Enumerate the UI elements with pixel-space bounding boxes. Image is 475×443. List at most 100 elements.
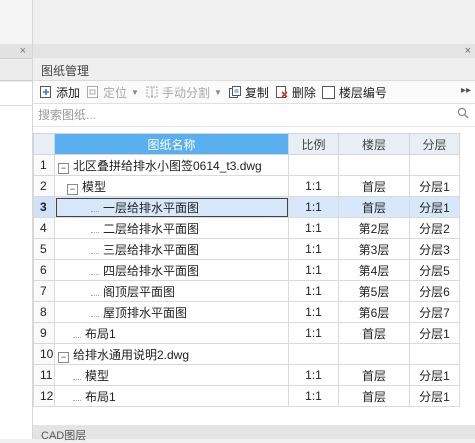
drawing-name-cell[interactable]: 阁顶层平面图 <box>54 280 289 302</box>
row-number: 5 <box>33 238 55 260</box>
layer-cell[interactable]: 分层5 <box>409 259 460 281</box>
floor-cell[interactable]: 第4层 <box>338 259 410 281</box>
collapse-toggle-icon[interactable]: − <box>67 183 78 195</box>
ratio-cell[interactable]: 1:1 <box>288 217 339 239</box>
drawing-name-cell[interactable]: 模型 <box>54 364 289 386</box>
floor-cell[interactable]: 首层 <box>338 322 410 344</box>
column-header-layer[interactable]: 分层 <box>409 133 460 155</box>
table-row[interactable]: 10− 给排水通用说明2.dwg <box>33 343 460 365</box>
ratio-cell[interactable]: 1:1 <box>288 280 339 302</box>
column-header-ratio[interactable]: 比例 <box>288 133 339 155</box>
layer-cell[interactable]: 分层1 <box>409 385 460 407</box>
layer-cell[interactable]: 分层2 <box>409 217 460 239</box>
floor-cell[interactable]: 首层 <box>338 175 410 197</box>
split-dropdown-icon[interactable]: ▼ <box>214 88 222 97</box>
floor-number-label: 楼层编号 <box>338 85 387 100</box>
ratio-cell[interactable] <box>288 343 339 365</box>
locate-button[interactable]: 定位 ▼ <box>86 84 139 101</box>
drawing-name-cell[interactable]: 三层给排水平面图 <box>54 238 289 260</box>
toolbar-overflow-icon[interactable]: ▸▸ <box>461 85 471 96</box>
ratio-cell[interactable] <box>288 154 339 176</box>
ratio-cell[interactable]: 1:1 <box>288 238 339 260</box>
drawing-name-cell[interactable]: − 给排水通用说明2.dwg <box>54 343 289 365</box>
ratio-cell[interactable]: 1:1 <box>288 259 339 281</box>
drawing-name: 屋顶排水平面图 <box>103 305 188 320</box>
layer-cell[interactable]: 分层1 <box>409 322 460 344</box>
drawing-name-cell[interactable]: − 模型 <box>54 175 289 197</box>
checkbox-box[interactable] <box>321 85 335 99</box>
ratio-cell[interactable]: 1:1 <box>288 196 339 218</box>
floor-cell[interactable]: 第3层 <box>338 238 410 260</box>
layer-cell[interactable]: 分层7 <box>409 301 460 323</box>
delete-icon <box>275 85 289 99</box>
drawing-name-cell[interactable]: − 北区叠拼给排水小图签0614_t3.dwg <box>54 154 289 176</box>
row-number-header <box>33 133 55 155</box>
table-row[interactable]: 8 屋顶排水平面图 1:1 第6层 分层7 <box>33 301 460 323</box>
floor-cell[interactable]: 第5层 <box>338 280 410 302</box>
ratio-cell[interactable]: 1:1 <box>288 385 339 407</box>
layer-cell[interactable] <box>409 343 460 365</box>
row-number: 9 <box>33 322 55 344</box>
drawing-name-cell[interactable]: 四层给排水平面图 <box>54 259 289 281</box>
collapse-toggle-icon[interactable]: − <box>58 162 69 174</box>
table-row[interactable]: 3 一层给排水平面图 1:1 首层 分层1 <box>33 196 460 218</box>
table-row[interactable]: 5 三层给排水平面图 1:1 第3层 分层3 <box>33 238 460 260</box>
left-panel-close-icon[interactable]: × <box>20 44 26 58</box>
table-row[interactable]: 6 四层给排水平面图 1:1 第4层 分层5 <box>33 259 460 281</box>
layer-cell[interactable] <box>409 154 460 176</box>
search-icon[interactable] <box>457 107 469 122</box>
layer-cell[interactable]: 分层1 <box>409 196 460 218</box>
ratio-cell[interactable]: 1:1 <box>288 175 339 197</box>
drawing-name-cell[interactable]: 屋顶排水平面图 <box>54 301 289 323</box>
ratio-cell[interactable]: 1:1 <box>288 364 339 386</box>
left-panel-header <box>0 44 32 59</box>
drawing-name-cell[interactable]: 二层给排水平面图 <box>54 217 289 239</box>
toolbar: 添加 定位 ▼ 手动分割 ▼ 复制 删除 楼层编号 ▸▸ <box>33 81 475 104</box>
layer-cell[interactable]: 分层3 <box>409 238 460 260</box>
drawing-name-cell[interactable]: 布局1 <box>54 322 289 344</box>
manual-split-button[interactable]: 手动分割 ▼ <box>145 84 222 101</box>
table-row[interactable]: 12 布局1 1:1 首层 分层1 <box>33 385 460 407</box>
row-number: 7 <box>33 280 55 302</box>
search-bar <box>33 104 475 127</box>
collapse-toggle-icon[interactable]: − <box>58 351 69 363</box>
floor-cell[interactable] <box>338 154 410 176</box>
floor-cell[interactable]: 第2层 <box>338 217 410 239</box>
delete-button[interactable]: 删除 <box>275 84 316 101</box>
left-divider-2 <box>0 105 32 106</box>
floor-cell[interactable]: 首层 <box>338 364 410 386</box>
drawing-table: 图纸名称 比例 楼层 分层 1− 北区叠拼给排水小图签0614_t3.dwg 2− 模… <box>33 133 460 407</box>
drawing-name: 一层给排水平面图 <box>103 200 200 215</box>
drawing-name: 三层给排水平面图 <box>103 242 200 257</box>
floor-cell[interactable] <box>338 343 410 365</box>
ratio-cell[interactable]: 1:1 <box>288 301 339 323</box>
panel-close-icon[interactable]: × <box>465 44 471 58</box>
column-header-floor[interactable]: 楼层 <box>338 133 410 155</box>
column-header-name[interactable]: 图纸名称 <box>54 133 289 155</box>
layer-cell[interactable]: 分层6 <box>409 280 460 302</box>
ratio-cell[interactable]: 1:1 <box>288 322 339 344</box>
tree-connector <box>91 205 99 212</box>
table-row[interactable]: 1− 北区叠拼给排水小图签0614_t3.dwg <box>33 154 460 176</box>
table-row[interactable]: 7 阁顶层平面图 1:1 第5层 分层6 <box>33 280 460 302</box>
tree-connector <box>91 226 99 233</box>
layer-cell[interactable]: 分层1 <box>409 175 460 197</box>
locate-dropdown-icon[interactable]: ▼ <box>131 88 139 97</box>
row-number: 11 <box>33 364 55 386</box>
search-input[interactable] <box>36 106 452 124</box>
table-row[interactable]: 9 布局1 1:1 首层 分层1 <box>33 322 460 344</box>
left-panel-content <box>0 82 32 439</box>
split-icon <box>145 85 159 99</box>
table-row[interactable]: 11 模型 1:1 首层 分层1 <box>33 364 460 386</box>
floor-number-checkbox[interactable]: 楼层编号 <box>321 84 387 101</box>
floor-cell[interactable]: 首层 <box>338 385 410 407</box>
table-row[interactable]: 2− 模型 1:1 首层 分层1 <box>33 175 460 197</box>
layer-cell[interactable]: 分层1 <box>409 364 460 386</box>
drawing-name-cell[interactable]: 布局1 <box>54 385 289 407</box>
copy-button[interactable]: 复制 <box>228 84 269 101</box>
table-row[interactable]: 4 二层给排水平面图 1:1 第2层 分层2 <box>33 217 460 239</box>
drawing-name-cell[interactable]: 一层给排水平面图 <box>54 196 289 218</box>
floor-cell[interactable]: 第6层 <box>338 301 410 323</box>
add-button[interactable]: 添加 <box>39 84 80 101</box>
floor-cell[interactable]: 首层 <box>338 196 410 218</box>
